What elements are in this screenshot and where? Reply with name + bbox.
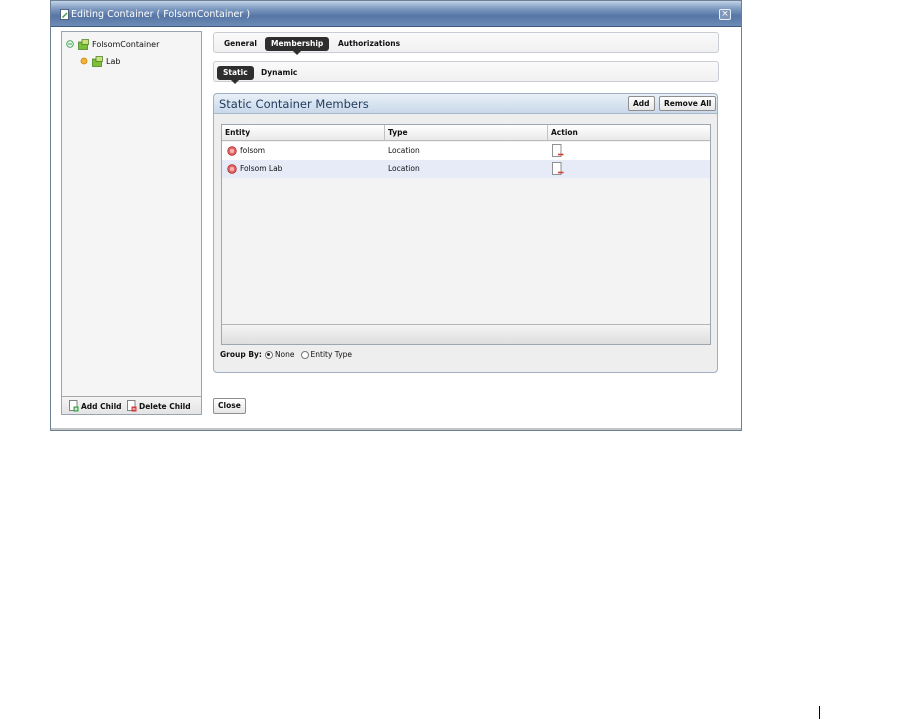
tab-dynamic[interactable]: Dynamic xyxy=(261,66,297,80)
close-icon[interactable]: × xyxy=(719,9,731,20)
container-tree-panel: FolsomContainer Lab Add Child Delete Chi… xyxy=(61,31,202,415)
panel-title: Static Container Members xyxy=(219,97,369,111)
group-by-entity-type-label: Entity Type xyxy=(310,350,353,359)
container-icon xyxy=(92,55,103,67)
tree-node-label: Lab xyxy=(106,56,121,66)
static-members-panel: Static Container Members Add Remove All … xyxy=(213,93,718,373)
add-document-icon xyxy=(69,400,79,412)
red-status-icon xyxy=(227,146,237,156)
add-button[interactable]: Add xyxy=(628,96,655,111)
tree-node-root[interactable]: FolsomContainer xyxy=(66,37,159,51)
type-cell: Location xyxy=(388,146,420,155)
tab-static[interactable]: Static xyxy=(217,66,254,84)
container-icon xyxy=(78,38,89,50)
type-cell: Location xyxy=(388,164,420,173)
text-cursor xyxy=(819,706,820,719)
column-header-action[interactable]: Action xyxy=(551,128,578,137)
remove-all-button[interactable]: Remove All xyxy=(659,96,717,111)
table-header: Entity Type Action xyxy=(222,125,710,141)
add-child-button[interactable]: Add Child xyxy=(69,400,122,412)
edit-document-icon xyxy=(60,9,69,20)
tree-toolbar: Add Child Delete Child xyxy=(62,396,201,414)
column-header-entity[interactable]: Entity xyxy=(225,128,250,137)
table-row[interactable]: folsom Location xyxy=(222,142,710,160)
red-status-icon xyxy=(227,164,237,174)
minus-circle-icon[interactable] xyxy=(66,40,74,48)
editing-container-dialog: Editing Container ( FolsomContainer ) × … xyxy=(50,0,742,431)
group-by-entity-type-radio[interactable] xyxy=(300,350,309,359)
tab-authorizations[interactable]: Authorizations xyxy=(338,37,400,51)
remove-document-icon[interactable] xyxy=(552,144,564,158)
group-by-label: Group By: xyxy=(220,350,262,359)
tree-node-label: FolsomContainer xyxy=(92,39,160,49)
delete-document-icon xyxy=(127,400,137,412)
table-row[interactable]: Folsom Lab Location xyxy=(222,160,710,178)
group-by-control: Group By: None Entity Type xyxy=(220,350,352,359)
table-footer-bar xyxy=(222,324,710,344)
entity-cell: folsom xyxy=(240,146,266,155)
leaf-dot-icon xyxy=(80,57,88,65)
remove-document-icon[interactable] xyxy=(552,162,564,176)
tab-membership[interactable]: Membership xyxy=(265,37,330,55)
group-by-none-radio[interactable] xyxy=(264,350,273,359)
main-tab-bar: General Membership Authorizations xyxy=(213,32,719,55)
window-bottom-edge xyxy=(51,428,741,430)
tab-general[interactable]: General xyxy=(224,37,257,51)
dialog-titlebar[interactable]: Editing Container ( FolsomContainer ) × xyxy=(51,1,741,27)
close-button[interactable]: Close xyxy=(213,398,246,414)
entity-cell: Folsom Lab xyxy=(240,164,283,173)
members-table: Entity Type Action folsom Location Folso… xyxy=(221,124,711,345)
column-header-type[interactable]: Type xyxy=(388,128,408,137)
group-by-none-label: None xyxy=(274,350,295,359)
tree-node-lab[interactable]: Lab xyxy=(80,54,120,68)
sub-tab-bar: Static Dynamic xyxy=(213,61,719,84)
dialog-title: Editing Container ( FolsomContainer ) xyxy=(71,9,251,20)
delete-child-button[interactable]: Delete Child xyxy=(127,400,191,412)
panel-header: Static Container Members Add Remove All xyxy=(214,94,717,114)
